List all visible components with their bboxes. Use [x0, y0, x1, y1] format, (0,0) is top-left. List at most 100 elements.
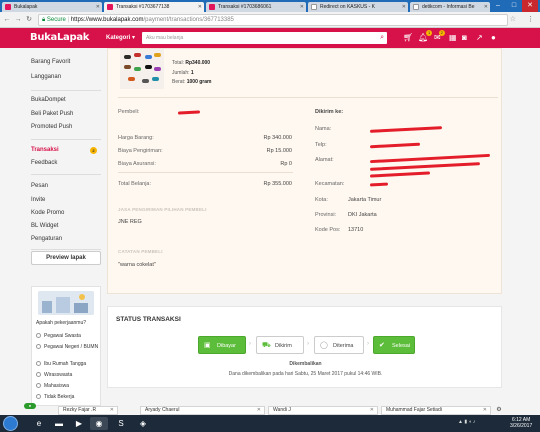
- step-arrow-icon: ›: [367, 341, 369, 347]
- radio-icon[interactable]: [36, 383, 41, 388]
- notification-bell-icon[interactable]: 🔔︎ 1: [418, 30, 433, 42]
- step-arrow-icon: ›: [249, 341, 251, 347]
- search-icon[interactable]: ⌕: [380, 32, 384, 44]
- chat-window[interactable]: Rezky Fajar .R ✕: [58, 406, 118, 415]
- browser-menu-icon[interactable]: ⋮: [527, 15, 534, 23]
- step-arrow-icon: ›: [307, 341, 309, 347]
- survey-option[interactable]: Pegawai Swasta: [36, 333, 81, 339]
- close-chat-icon[interactable]: ✕: [257, 407, 261, 414]
- sidebar-item-kode-promo[interactable]: Kode Promo: [31, 210, 64, 216]
- media-player-icon[interactable]: ▶: [70, 417, 88, 430]
- close-chat-icon[interactable]: ✕: [370, 407, 374, 414]
- preview-lapak-button[interactable]: Preview lapak: [31, 251, 101, 265]
- shipto-district-label: Kecamatan:: [315, 181, 345, 187]
- shop-icon[interactable]: ▦: [449, 33, 457, 42]
- radio-icon[interactable]: [36, 333, 41, 338]
- user-icon[interactable]: ●: [491, 33, 496, 42]
- sidebar-item-langganan[interactable]: Langganan: [31, 74, 61, 80]
- radio-icon[interactable]: [36, 394, 41, 399]
- folder-icon[interactable]: ▬: [50, 417, 68, 430]
- back-arrow-icon[interactable]: ←: [2, 15, 12, 25]
- sidebar-item-pengaturan[interactable]: Pengaturan: [31, 236, 62, 242]
- chat-window[interactable]: Wandi J ✕: [268, 406, 378, 415]
- survey-option[interactable]: Ibu Rumah Tangga: [36, 361, 86, 367]
- kategori-dropdown[interactable]: Kategori ▾: [106, 34, 135, 41]
- minimize-icon[interactable]: –: [490, 0, 506, 12]
- survey-option[interactable]: Pegawai Negeri / BUMN: [36, 344, 98, 350]
- taskbar-clock[interactable]: 6:12 AM 3/26/2017: [510, 417, 532, 429]
- price-label: Harga Barang:: [118, 135, 154, 141]
- product-weight: Berat: 1000 gram: [172, 79, 212, 85]
- search-input[interactable]: Aku mau belanja ⌕: [142, 32, 387, 44]
- shipto-address-label: Alamat:: [315, 157, 334, 163]
- chrome-icon[interactable]: ◉: [90, 417, 108, 430]
- truck-icon: ⛟: [262, 342, 271, 349]
- bukalapak-logo[interactable]: BukaLapak: [30, 32, 89, 43]
- sidebar-item-invite[interactable]: Invite: [31, 197, 45, 203]
- url-path: /payment/transactions/367713385: [143, 17, 234, 23]
- close-window-icon[interactable]: ✕: [522, 0, 538, 12]
- browser-tab-transaksi-active[interactable]: Transaksi #1703677138 ✕: [104, 2, 204, 12]
- sidebar-divider: [31, 174, 101, 175]
- close-tab-icon[interactable]: ✕: [300, 2, 304, 12]
- browser-tab-transaksi-2[interactable]: Transaksi #1703686061 ✕: [206, 2, 306, 12]
- start-button-icon[interactable]: [3, 416, 18, 431]
- shipto-province-value: DKI Jakarta: [348, 212, 377, 218]
- chat-window[interactable]: Aryady Chaerul ✕: [140, 406, 265, 415]
- browser-tab-bukalapak[interactable]: Bukalapak ✕: [2, 2, 102, 12]
- step-diterima: ◯ Diterima: [314, 336, 364, 354]
- internet-explorer-icon[interactable]: e: [30, 417, 48, 430]
- redacted-name: [369, 126, 443, 133]
- close-chat-icon[interactable]: ✕: [110, 407, 114, 414]
- sidebar-item-bukadompet[interactable]: BukaDompet: [31, 97, 66, 103]
- transaksi-count-badge: 2: [90, 147, 97, 154]
- browser-tab-kaskus[interactable]: Redirect on KASKUS - K ✕: [308, 2, 408, 12]
- app-icon[interactable]: ◈: [134, 417, 152, 430]
- close-tab-icon[interactable]: ✕: [402, 2, 406, 12]
- browser-tab-detikcom[interactable]: detikcom - Informasi Be ✕: [410, 2, 490, 12]
- skype-icon[interactable]: S: [112, 417, 130, 430]
- sidebar-item-promoted-push[interactable]: Promoted Push: [31, 124, 72, 130]
- camera-icon[interactable]: ◙: [462, 33, 467, 42]
- survey-question: Apakah pekerjaanmu?: [36, 320, 87, 326]
- radio-icon[interactable]: [36, 361, 41, 366]
- subtotal-divider: [118, 172, 293, 173]
- radio-icon[interactable]: [36, 344, 41, 349]
- status-title: STATUS TRANSAKSI: [116, 316, 181, 323]
- sidebar-item-beli-paket-push[interactable]: Beli Paket Push: [31, 111, 73, 117]
- survey-option[interactable]: Mahasiswa: [36, 383, 69, 389]
- close-tab-icon[interactable]: ✕: [198, 2, 202, 12]
- close-tab-icon[interactable]: ✕: [96, 2, 100, 12]
- bookmark-star-icon[interactable]: ☆: [510, 15, 516, 23]
- chat-settings-gear-icon[interactable]: ⚙: [494, 406, 504, 415]
- message-icon[interactable]: ✉ 2: [434, 30, 445, 42]
- survey-option[interactable]: Wirasswasta: [36, 372, 72, 378]
- forward-arrow-icon[interactable]: →: [13, 15, 23, 25]
- chat-online-icon[interactable]: ●: [24, 403, 36, 409]
- sidebar-item-feedback[interactable]: Feedback: [31, 160, 57, 166]
- check-circle-icon: ◯: [320, 342, 328, 349]
- product-qty: Jumlah: 1: [172, 70, 194, 76]
- check-icon: ✔: [379, 342, 385, 349]
- wallet-icon: ▣: [204, 342, 211, 349]
- stats-icon[interactable]: ↗: [476, 33, 483, 42]
- close-chat-icon[interactable]: ✕: [483, 407, 487, 414]
- reload-icon[interactable]: ↻: [24, 15, 34, 25]
- system-tray[interactable]: ▲ ▮ ◖ ♪: [458, 419, 475, 425]
- sidebar-item-bl-widget[interactable]: BL Widget: [31, 223, 58, 229]
- url-field[interactable]: 🔒︎ Secure | https://www.bukalapak.com/pa…: [38, 14, 508, 26]
- sidebar-item-transaksi[interactable]: Transaksi: [31, 147, 59, 153]
- product-image[interactable]: [120, 49, 164, 89]
- shipto-postal-label: Kode Pos:: [315, 227, 341, 233]
- insurance-value: Rp 0: [280, 161, 292, 167]
- occupation-survey: Apakah pekerjaanmu? Pegawai Swasta Pegaw…: [31, 286, 101, 406]
- sidebar-item-barang-favorit[interactable]: Barang Favorit: [31, 59, 70, 65]
- radio-icon[interactable]: [36, 372, 41, 377]
- maximize-icon[interactable]: □: [506, 0, 522, 12]
- cart-icon[interactable]: 🛒︎: [403, 33, 413, 42]
- sidebar-item-pesan[interactable]: Pesan: [31, 183, 48, 189]
- survey-option[interactable]: Tidak Bekerja: [36, 394, 74, 400]
- window-controls: – □ ✕: [490, 0, 538, 12]
- chat-window[interactable]: Muhammad Fajar Setiadi ✕: [381, 406, 491, 415]
- close-tab-icon[interactable]: ✕: [484, 2, 488, 12]
